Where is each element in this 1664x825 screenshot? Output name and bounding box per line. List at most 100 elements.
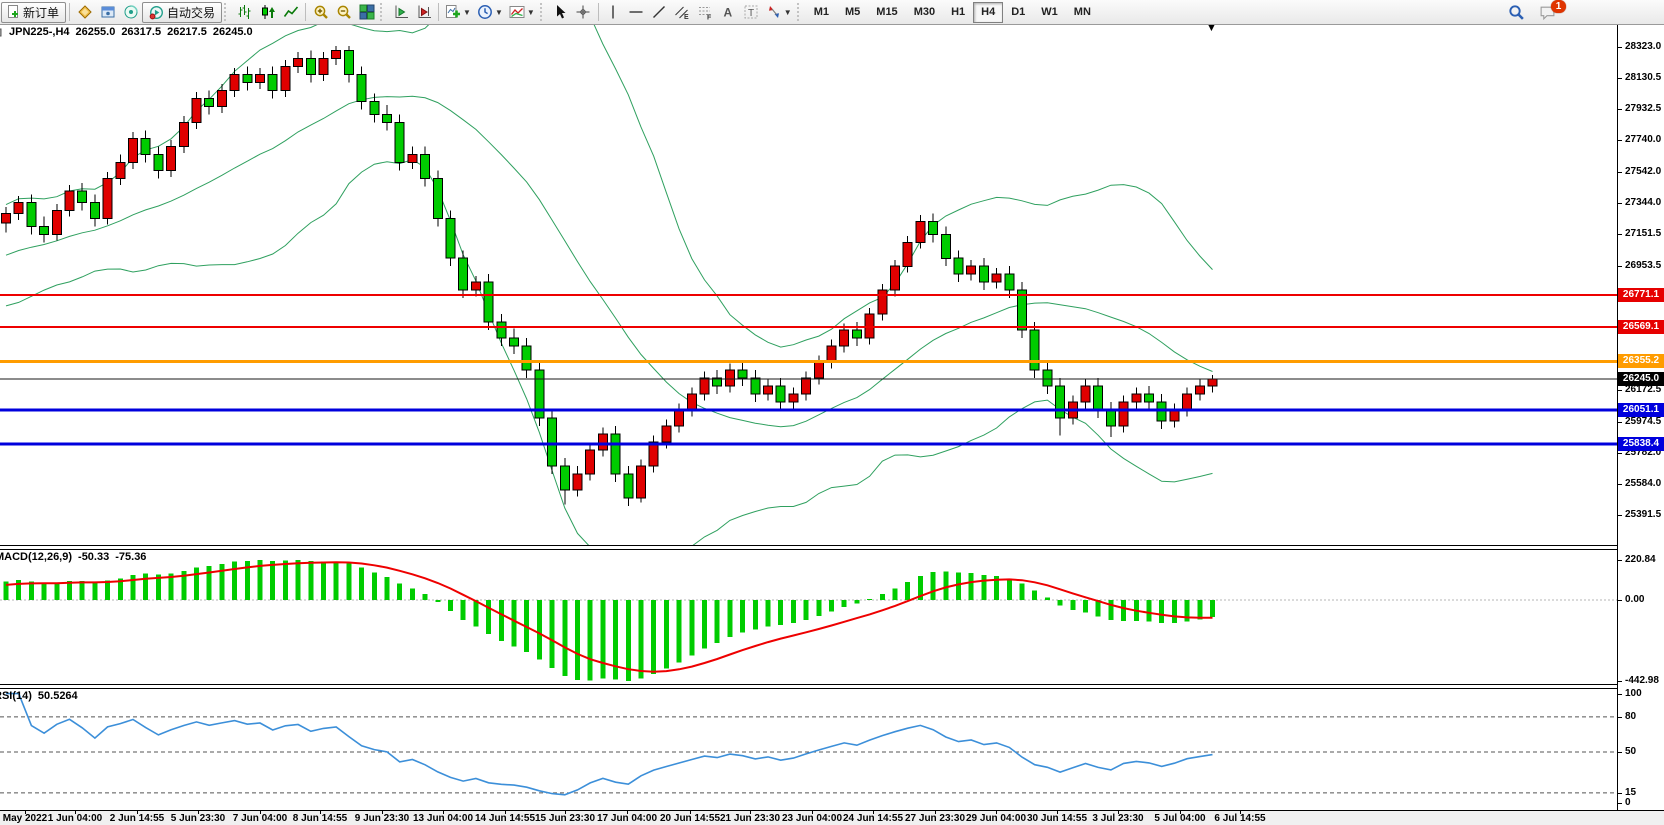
candle-down[interactable]: [954, 258, 963, 274]
timeframe-button-m1[interactable]: M1: [806, 2, 837, 23]
candle-up[interactable]: [891, 266, 900, 290]
line-chart-button[interactable]: [279, 2, 302, 23]
chart-shift-button[interactable]: [389, 2, 412, 23]
search-button[interactable]: [1505, 2, 1528, 23]
candle-down[interactable]: [268, 75, 277, 91]
cursor-button[interactable]: [549, 2, 572, 23]
candle-down[interactable]: [1005, 274, 1014, 290]
candle-down[interactable]: [510, 338, 519, 346]
candle-up[interactable]: [814, 362, 823, 378]
candle-down[interactable]: [484, 282, 493, 322]
candle-up[interactable]: [471, 282, 480, 290]
zoom-out-button[interactable]: [332, 2, 355, 23]
candle-up[interactable]: [992, 274, 1001, 282]
candle-up[interactable]: [662, 426, 671, 442]
rsi-canvas[interactable]: [0, 689, 1617, 810]
arrows-button[interactable]: ▼: [763, 2, 795, 23]
candle-up[interactable]: [840, 330, 849, 346]
candle-up[interactable]: [649, 442, 658, 466]
candle-up[interactable]: [217, 91, 226, 107]
candle-down[interactable]: [776, 386, 785, 402]
equidistant-channel-button[interactable]: E: [671, 2, 694, 23]
candle-up[interactable]: [281, 67, 290, 91]
macd-indicator-pane[interactable]: MACD(12,26,9) -50.33 -75.36: [0, 550, 1617, 684]
candle-up[interactable]: [103, 178, 112, 218]
candle-up[interactable]: [14, 202, 23, 213]
candle-up[interactable]: [332, 51, 341, 59]
candle-up[interactable]: [1208, 379, 1217, 386]
candle-down[interactable]: [751, 378, 760, 394]
candle-up[interactable]: [598, 434, 607, 450]
timeframe-button-h1[interactable]: H1: [943, 2, 973, 23]
tile-windows-button[interactable]: [355, 2, 378, 23]
candle-down[interactable]: [1056, 386, 1065, 418]
candle-down[interactable]: [344, 51, 353, 75]
candle-up[interactable]: [675, 410, 684, 426]
candle-down[interactable]: [929, 222, 938, 235]
candle-down[interactable]: [1145, 394, 1154, 402]
candle-up[interactable]: [1195, 386, 1204, 394]
timeframe-button-h4[interactable]: H4: [973, 2, 1003, 23]
candle-down[interactable]: [738, 370, 747, 378]
templates-button[interactable]: ▼: [506, 2, 538, 23]
candle-down[interactable]: [459, 258, 468, 290]
timeframe-button-m5[interactable]: M5: [837, 2, 868, 23]
candle-up[interactable]: [802, 378, 811, 394]
candle-up[interactable]: [65, 191, 74, 210]
candle-up[interactable]: [1119, 402, 1128, 426]
candle-up[interactable]: [2, 214, 11, 224]
candle-up[interactable]: [230, 75, 239, 91]
candle-up[interactable]: [256, 75, 265, 83]
candle-down[interactable]: [243, 75, 252, 83]
candle-up[interactable]: [1132, 394, 1141, 402]
candle-down[interactable]: [1043, 370, 1052, 386]
candle-down[interactable]: [421, 154, 430, 178]
trend-line-button[interactable]: [648, 2, 671, 23]
chart-shift-marker[interactable]: ▼: [1206, 25, 1217, 34]
candle-down[interactable]: [357, 75, 366, 102]
horizontal-line-button[interactable]: [625, 2, 648, 23]
notifications-button[interactable]: 1: [1536, 2, 1559, 23]
candle-down[interactable]: [446, 218, 455, 258]
new-order-button[interactable]: 新订单: [1, 2, 66, 23]
candle-down[interactable]: [40, 226, 49, 234]
macd-canvas[interactable]: [0, 550, 1617, 684]
candle-down[interactable]: [1018, 290, 1027, 330]
bar-chart-button[interactable]: [233, 2, 256, 23]
candle-up[interactable]: [192, 99, 201, 123]
main-chart-pane[interactable]: JPN225-,H4 26255.0 26317.5 26217.5 26245…: [0, 25, 1617, 545]
candle-up[interactable]: [294, 59, 303, 67]
candle-up[interactable]: [573, 474, 582, 490]
candle-down[interactable]: [395, 123, 404, 163]
candle-down[interactable]: [497, 322, 506, 338]
candle-down[interactable]: [979, 266, 988, 282]
candle-up[interactable]: [116, 162, 125, 178]
price-axis[interactable]: 28323.028130.527932.527740.027542.027344…: [1617, 25, 1664, 810]
crosshair-button[interactable]: [572, 2, 595, 23]
new-chart-button[interactable]: ▼: [442, 2, 474, 23]
candle-up[interactable]: [789, 394, 798, 402]
candle-down[interactable]: [1157, 402, 1166, 421]
candle-up[interactable]: [179, 123, 188, 147]
candle-down[interactable]: [78, 191, 87, 202]
periods-button[interactable]: ▼: [474, 2, 506, 23]
candle-up[interactable]: [1183, 394, 1192, 410]
auto-scroll-button[interactable]: [412, 2, 435, 23]
candle-down[interactable]: [306, 59, 315, 75]
vertical-line-button[interactable]: [602, 2, 625, 23]
candle-up[interactable]: [408, 154, 417, 162]
data-window-button[interactable]: [96, 2, 119, 23]
candle-up[interactable]: [700, 378, 709, 394]
market-watch-button[interactable]: [73, 2, 96, 23]
candle-down[interactable]: [154, 154, 163, 170]
candle-down[interactable]: [1094, 386, 1103, 410]
candle-up[interactable]: [967, 266, 976, 274]
candle-up[interactable]: [827, 346, 836, 362]
timeframe-button-d1[interactable]: D1: [1003, 2, 1033, 23]
zoom-in-button[interactable]: [309, 2, 332, 23]
date-axis[interactable]: May 20221 Jun 04:002 Jun 14:555 Jun 23:3…: [0, 810, 1664, 825]
candle-down[interactable]: [27, 202, 36, 226]
timeframe-button-w1[interactable]: W1: [1033, 2, 1066, 23]
candle-down[interactable]: [370, 102, 379, 115]
candle-down[interactable]: [522, 346, 531, 370]
